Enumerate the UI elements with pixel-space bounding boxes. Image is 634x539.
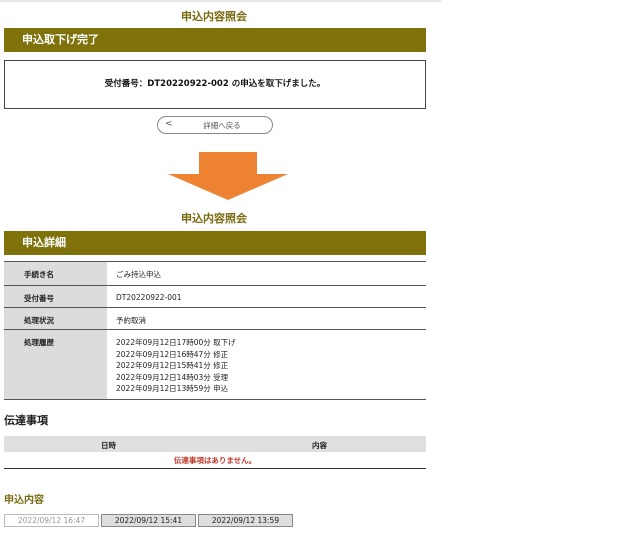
detail-value: ごみ持込申込 (107, 261, 426, 286)
page-title: 申込内容照会 (181, 10, 247, 23)
messages-heading: 伝達事項 (4, 414, 48, 427)
version-tab-3[interactable]: 2022/09/12 13:59 (198, 514, 293, 527)
detail-label: 処理履歴 (4, 329, 107, 400)
column-header-datetime: 日時 (101, 441, 116, 450)
detail-label: 手続き名 (4, 261, 107, 286)
down-arrow-shape (168, 152, 288, 200)
section-header-application-details: 申込詳細 (4, 231, 426, 255)
back-to-details-label: 詳細へ戻る (203, 121, 241, 130)
history-entry: 2022年09月12日15時41分 修正 (116, 361, 229, 370)
top-divider (0, 0, 441, 2)
column-header-content: 内容 (312, 441, 327, 450)
detail-value: 予約取消 (107, 307, 426, 330)
history-entry: 2022年09月12日13時59分 申込 (116, 384, 229, 393)
application-contents-heading: 申込内容 (4, 495, 44, 506)
withdrawal-notice-text: 受付番号：DT20220922-002 の申込を取下げました。 (104, 79, 326, 89)
detail-label: 処理状況 (4, 307, 107, 330)
detail-value: DT20220922-001 (107, 285, 426, 308)
detail-row-status: 処理状況 予約取消 (4, 307, 426, 330)
version-tab-1[interactable]: 2022/09/12 16:47 (4, 514, 99, 527)
back-to-details-button[interactable]: < 詳細へ戻る (157, 116, 273, 134)
version-tab-2[interactable]: 2022/09/12 15:41 (101, 514, 196, 527)
messages-table-header: 日時 内容 (4, 436, 426, 452)
detail-row-procedure: 手続き名 ごみ持込申込 (4, 261, 426, 286)
messages-empty-text: 伝達事項はありません。 (4, 452, 426, 469)
withdrawal-notice-box: 受付番号：DT20220922-002 の申込を取下げました。 (4, 60, 426, 109)
detail-row-receipt-number: 受付番号 DT20220922-001 (4, 285, 426, 308)
application-details-table: 手続き名 ごみ持込申込 受付番号 DT20220922-001 処理状況 予約取… (4, 261, 426, 400)
page-title-detail: 申込内容照会 (181, 212, 247, 225)
down-arrow-icon (168, 152, 288, 200)
section-header-withdrawal-complete: 申込取下げ完了 (4, 28, 426, 52)
history-entry: 2022年09月12日14時03分 受理 (116, 372, 229, 382)
history-entry: 2022年09月12日16時47分 修正 (116, 349, 229, 359)
history-entry: 2022年09月12日17時00分 取下げ (116, 338, 236, 347)
detail-row-history: 処理履歴 2022年09月12日17時00分 取下げ 2022年09月12日16… (4, 329, 426, 400)
detail-label: 受付番号 (4, 285, 107, 308)
history-list: 2022年09月12日17時00分 取下げ 2022年09月12日16時47分 … (107, 329, 426, 400)
